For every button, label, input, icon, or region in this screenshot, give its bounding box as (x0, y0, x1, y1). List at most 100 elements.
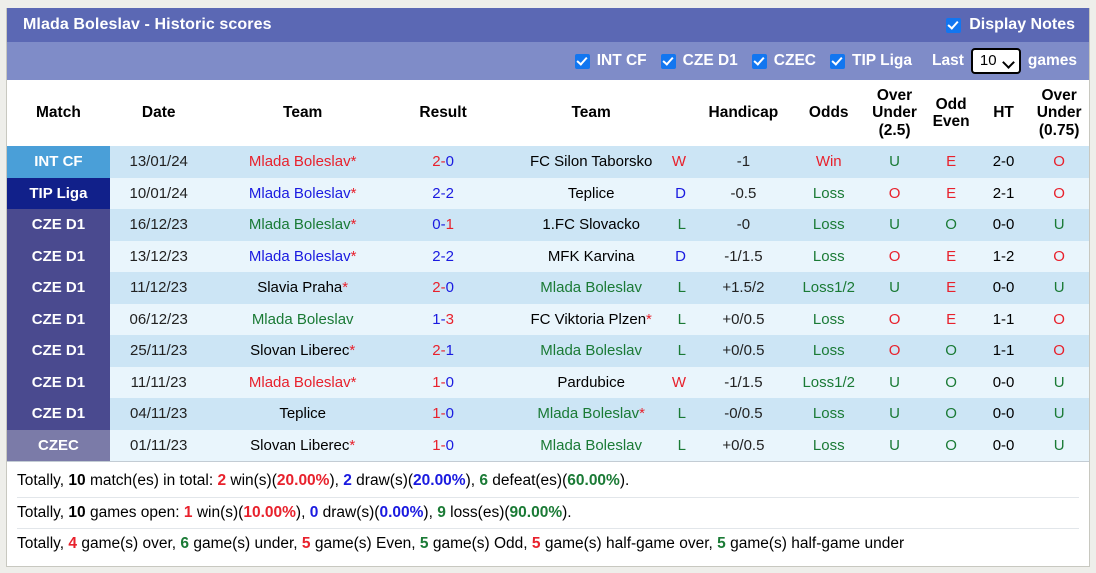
summary-fragment: 90.00% (509, 503, 563, 521)
league-badge-cell[interactable]: INT CF (7, 146, 110, 178)
column-header-match: Match (7, 80, 110, 146)
home-team: Mlada Boleslav* (207, 177, 398, 209)
home-team: Mlada Boleslav* (207, 366, 398, 398)
column-header-team: Team (207, 80, 398, 146)
match-result: 2-0 (397, 146, 489, 178)
league-badge-cell[interactable]: TIP Liga (7, 177, 110, 209)
filter-czec[interactable]: CZEC (751, 52, 816, 70)
match-result: 0-1 (397, 209, 489, 241)
summary-fragment: ), (465, 472, 480, 489)
table-header-row: Match Date Team Result Team Handicap Odds Over U… (7, 80, 1089, 146)
table-row[interactable]: CZE D1 16/12/23 Mlada Boleslav* 0-1 1.FC Slo… (7, 209, 1089, 241)
summary-fragment: 5 (301, 535, 311, 552)
league-badge-cell[interactable]: CZE D1 (7, 272, 110, 304)
over-under-25: U (864, 146, 925, 178)
table-row[interactable]: CZE D1 13/12/23 Mlada Boleslav* 2-2 MFK Karv… (7, 240, 1089, 272)
checkbox-checked-icon[interactable] (574, 53, 590, 69)
half-time-score: 0-0 (977, 366, 1030, 398)
checkbox-checked-icon[interactable] (829, 53, 845, 69)
match-date: 06/12/23 (109, 303, 208, 335)
checkbox-checked-icon[interactable] (660, 53, 676, 69)
league-badge-cell[interactable]: CZE D1 (7, 209, 110, 241)
page-title: Mlada Boleslav - Historic scores (23, 16, 272, 33)
odd-even: E (924, 177, 978, 209)
match-date: 11/12/23 (109, 272, 208, 304)
filter-tip-liga[interactable]: TIP Liga (829, 52, 912, 70)
handicap-value: -0 (694, 209, 793, 241)
over-under-075: U (1029, 366, 1089, 398)
filter-cze-d1[interactable]: CZE D1 (660, 52, 738, 70)
match-date: 01/11/23 (109, 429, 208, 461)
historic-scores-table: Match Date Team Result Team Handicap Odds Over U… (7, 80, 1089, 461)
summary-fragment: 1 (183, 503, 193, 521)
handicap-value: -0.5 (694, 177, 793, 209)
summary-fragment: ), (329, 472, 344, 489)
away-team: Mlada Boleslav L (488, 335, 695, 367)
home-team: Slovan Liberec* (207, 335, 398, 367)
table-row[interactable]: CZE D1 11/12/23 Slavia Praha* 2-0 Mlada Bole… (7, 272, 1089, 304)
handicap-value: +0/0.5 (694, 335, 793, 367)
summary-fragment: game(s) half-game under (725, 535, 905, 552)
over-under-075: O (1029, 240, 1089, 272)
column-header-odds: Odds (792, 80, 865, 146)
table-row[interactable]: CZEC 01/11/23 Slovan Liberec* 1-0 Mlada Bole… (7, 429, 1089, 461)
match-date: 11/11/23 (109, 366, 208, 398)
over-under-25: U (864, 366, 925, 398)
over-under-075: U (1029, 429, 1089, 461)
display-notes-control[interactable]: Display Notes (946, 16, 1075, 34)
over-under-25: U (864, 209, 925, 241)
match-result: 1-0 (397, 366, 489, 398)
games-count-select[interactable]: 10203050 (970, 48, 1021, 74)
table-row[interactable]: TIP Liga 10/01/24 Mlada Boleslav* 2-2 Teplic… (7, 177, 1089, 209)
summary-line-over-under: Totally, 4 game(s) over, 6 game(s) under… (17, 528, 1079, 560)
last-games-control: Last 10203050 games (932, 48, 1077, 74)
summary-fragment: 2 (343, 472, 352, 489)
filter-int-cf[interactable]: INT CF (574, 52, 647, 70)
home-team: Slovan Liberec* (207, 429, 398, 461)
summary-fragment: draw(s)( (351, 472, 414, 489)
table-header: Match Date Team Result Team Handicap Odds Over U… (7, 80, 1089, 146)
odds-value: Loss (792, 177, 865, 209)
match-date: 10/01/24 (109, 177, 208, 209)
table-row[interactable]: CZE D1 25/11/23 Slovan Liberec* 2-1 Mlada Bo… (7, 335, 1089, 367)
summary-fragment: game(s) over, (77, 535, 181, 552)
match-result: 1-0 (397, 398, 489, 430)
table-row[interactable]: CZE D1 06/12/23 Mlada Boleslav 1-3 FC Viktor… (7, 303, 1089, 335)
summary-fragment: 10.00% (243, 503, 296, 521)
odd-even: O (924, 335, 978, 367)
page-root: Mlada Boleslav - Historic scores Display… (0, 0, 1096, 573)
over-under-075: U (1029, 398, 1089, 430)
summary-fragment: Totally, (17, 535, 69, 552)
summary-fragment: win(s)( (226, 472, 277, 489)
filter-label: INT CF (596, 52, 647, 69)
league-badge-cell[interactable]: CZE D1 (7, 303, 110, 335)
display-notes-label: Display Notes (969, 16, 1075, 33)
last-label: Last (932, 52, 964, 69)
summary-section: Totally, 10 match(es) in total: 2 win(s)… (7, 461, 1089, 566)
column-header-odd-even: Odd Even (924, 80, 978, 146)
summary-fragment: 10 (68, 472, 86, 489)
league-badge-cell[interactable]: CZE D1 (7, 240, 110, 272)
summary-fragment: ). (562, 503, 572, 521)
table-row[interactable]: CZE D1 04/11/23 Teplice 1-0 Mlada Boleslav* L… (7, 398, 1089, 430)
table-row[interactable]: CZE D1 11/11/23 Mlada Boleslav* 1-0 Pardubic… (7, 366, 1089, 398)
over-under-075: O (1029, 335, 1089, 367)
league-badge-cell[interactable]: CZE D1 (7, 398, 110, 430)
column-header-date: Date (109, 80, 208, 146)
league-badge-cell[interactable]: CZE D1 (7, 366, 110, 398)
summary-fragment: defeat(es)( (488, 472, 568, 489)
league-badge: CZEC (7, 429, 110, 461)
table-row[interactable]: INT CF 13/01/24 Mlada Boleslav* 2-0 FC Silon… (7, 146, 1089, 178)
summary-fragment: 20.00% (276, 472, 330, 489)
odd-even: O (924, 429, 978, 461)
checkbox-checked-icon[interactable] (946, 17, 962, 33)
league-badge-cell[interactable]: CZEC (7, 429, 110, 461)
over-under-25: O (864, 177, 925, 209)
checkbox-checked-icon[interactable] (751, 53, 767, 69)
column-header-ht: HT (977, 80, 1030, 146)
summary-fragment: 9 (437, 503, 446, 521)
league-badge-cell[interactable]: CZE D1 (7, 335, 110, 367)
over-under-075: U (1029, 209, 1089, 241)
filter-label: CZEC (773, 52, 816, 69)
summary-fragment: loss(es)( (445, 503, 510, 521)
